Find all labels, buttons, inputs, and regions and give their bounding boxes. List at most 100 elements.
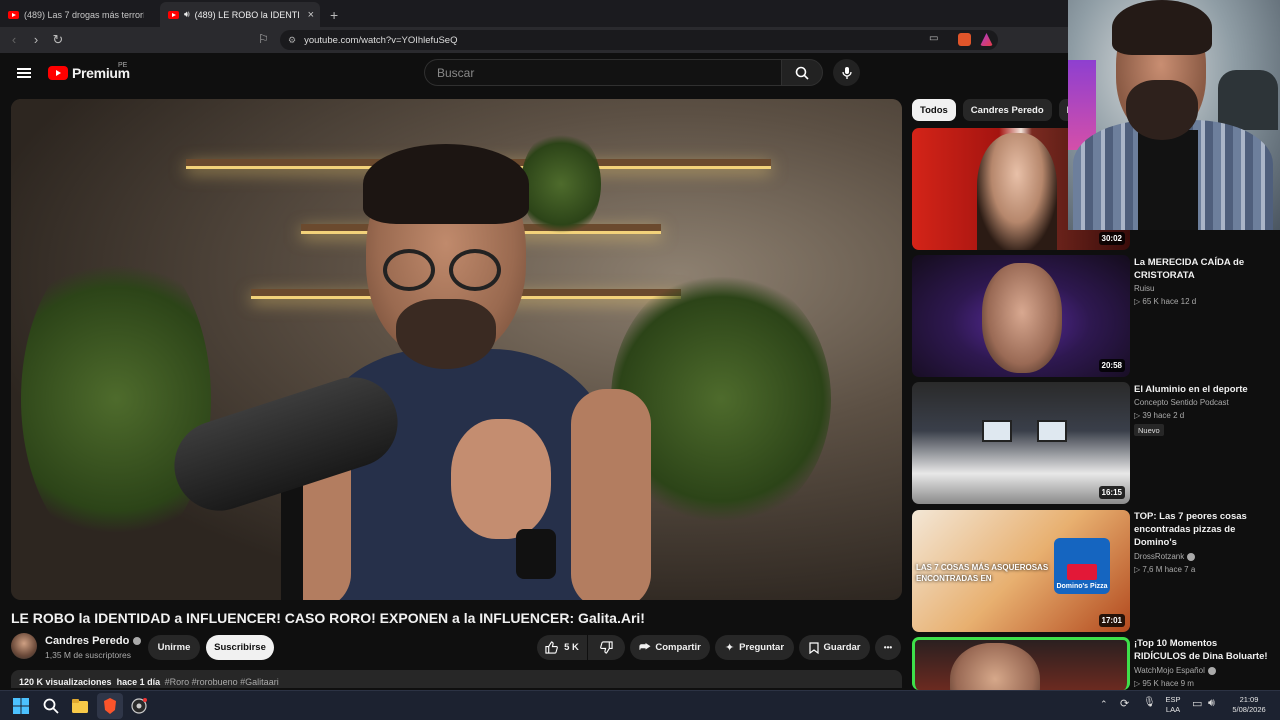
- site-settings-icon[interactable]: ⚙: [288, 35, 296, 46]
- clock-time: 21:09: [1239, 695, 1259, 704]
- show-hidden-icons[interactable]: ⌃: [1100, 699, 1108, 710]
- thumbnail-screen: [1037, 420, 1067, 442]
- youtube-favicon-icon: [168, 10, 179, 19]
- save-button[interactable]: Guardar: [799, 635, 870, 660]
- microphone-icon[interactable]: 🎙︎: [1143, 697, 1156, 708]
- new-tab-button[interactable]: +: [320, 2, 348, 27]
- streamer-tshirt: [1138, 130, 1198, 230]
- thumbnail-screen: [982, 420, 1012, 442]
- youtube-header: Premium PE Buscar: [0, 53, 1068, 93]
- rec-channel[interactable]: WatchMojo Español: [1134, 666, 1216, 675]
- back-button[interactable]: ‹: [4, 32, 24, 48]
- verified-icon: [1187, 552, 1196, 561]
- duration-badge: 16:15: [1098, 486, 1125, 499]
- bookmark-icon: [808, 641, 819, 654]
- share-label: Compartir: [655, 642, 701, 653]
- duration-badge: 17:01: [1098, 614, 1125, 627]
- clock-date: 5/08/2026: [1232, 705, 1266, 714]
- network-icon[interactable]: ▭: [1192, 697, 1202, 710]
- subscribe-button[interactable]: Suscribirse: [206, 635, 274, 660]
- menu-icon[interactable]: [17, 68, 31, 78]
- glasses-lens: [449, 249, 501, 291]
- thumbnail-portrait: [982, 263, 1062, 373]
- rec-title[interactable]: El Aluminio en el deporte: [1134, 383, 1268, 396]
- rec-title[interactable]: TOP: Las 7 peores cosas encontradas pizz…: [1134, 510, 1268, 549]
- windows-start-icon[interactable]: [13, 698, 29, 714]
- obs-icon[interactable]: [131, 698, 147, 714]
- tab-close-button[interactable]: ×: [308, 9, 314, 21]
- rec-meta: ▷ 7,6 M hace 7 a: [1134, 565, 1196, 574]
- join-button[interactable]: Unirme: [148, 635, 200, 660]
- search-button[interactable]: [781, 59, 823, 86]
- brave-browser-icon: [104, 698, 116, 714]
- tab-le-robo[interactable]: 🔊︎ (489) LE ROBO la IDENTIDAD ×: [160, 2, 320, 27]
- search-icon[interactable]: [43, 698, 59, 714]
- input-language[interactable]: ESP LAA: [1163, 695, 1183, 715]
- video-player[interactable]: [11, 99, 902, 600]
- browser-tab-strip: (489) Las 7 drogas más terroríficas de 🔊…: [0, 0, 1068, 27]
- region-code: PE: [118, 62, 128, 69]
- rec-channel[interactable]: DrossRotzank: [1134, 552, 1196, 561]
- hashtags[interactable]: #Roro #rorobueno #Galitaari: [165, 677, 279, 687]
- video-title: LE ROBO la IDENTIDAD a INFLUENCER! CASO …: [11, 610, 645, 626]
- thumbs-up-icon: [545, 641, 558, 654]
- webcam-overlay: [1068, 0, 1280, 230]
- youtube-favicon-icon: [8, 10, 19, 19]
- bookmark-icon[interactable]: ⚐: [258, 32, 269, 46]
- person-hair: [363, 144, 529, 224]
- rec-title[interactable]: La MERECIDA CAÍDA de CRISTORATA: [1134, 256, 1268, 282]
- share-button[interactable]: ⮫ Compartir: [630, 635, 710, 660]
- cast-icon[interactable]: ▭: [929, 33, 938, 44]
- search-input[interactable]: Buscar: [424, 59, 782, 86]
- volume-icon[interactable]: 🔊︎: [1208, 697, 1215, 710]
- dominos-logo: Domino's Pizza: [1054, 538, 1110, 594]
- forward-button[interactable]: ›: [26, 32, 46, 48]
- address-bar[interactable]: ⚙ youtube.com/watch?v=YOIhlefuSeQ: [280, 30, 998, 50]
- thumbs-down-icon: [600, 641, 613, 654]
- tab-title: (489) LE ROBO la IDENTIDAD: [194, 9, 300, 20]
- rec-meta: ▷ 95 K hace 9 m: [1134, 679, 1194, 688]
- chip-todos[interactable]: Todos: [912, 99, 956, 121]
- rec-thumbnail[interactable]: 16:15: [912, 382, 1130, 504]
- subscriber-count: 1,35 M de suscriptores: [45, 650, 131, 660]
- clock[interactable]: 21:09 5/08/2026: [1226, 695, 1272, 715]
- browser-toolbar: ‹ › ↻ ⚐ ⚙ youtube.com/watch?v=YOIhlefuSe…: [0, 27, 1068, 53]
- rec-thumbnail[interactable]: 20:58: [912, 255, 1130, 377]
- new-badge: Nuevo: [1134, 424, 1164, 436]
- gaming-chair: [1218, 70, 1278, 130]
- brave-shields-icon[interactable]: [958, 33, 971, 46]
- rec-channel-name: DrossRotzank: [1134, 552, 1185, 561]
- thumb-caption: LAS 7 COSAS MÁS ASQUEROSAS ENCONTRADAS E…: [916, 563, 1049, 583]
- like-button[interactable]: 5 K: [537, 635, 587, 660]
- rec-channel[interactable]: Ruisu: [1134, 284, 1154, 293]
- chip-candres-peredo[interactable]: Candres Peredo: [962, 99, 1052, 121]
- sync-icon[interactable]: ⟳: [1120, 697, 1129, 710]
- tab-drogas[interactable]: (489) Las 7 drogas más terroríficas de: [0, 2, 160, 27]
- verified-icon: [1207, 666, 1216, 675]
- rec-title[interactable]: ¡Top 10 Momentos RIDÍCULOS de Dina Bolua…: [1134, 637, 1268, 663]
- person-hand: [451, 419, 551, 539]
- streamer-beard: [1126, 80, 1198, 140]
- channel-name-row[interactable]: Candres Peredo: [45, 635, 142, 647]
- file-explorer-icon[interactable]: [72, 698, 88, 714]
- dislike-button[interactable]: [588, 635, 625, 660]
- search-icon: [795, 66, 809, 80]
- ask-button[interactable]: ✦ Preguntar: [715, 635, 794, 660]
- more-actions-button[interactable]: •••: [875, 635, 901, 660]
- windows-taskbar: ⌃ ⟳ 🎙︎ ESP LAA ▭ 🔊︎ 21:09 5/08/2026: [0, 690, 1280, 720]
- rec-meta: ▷ 39 hace 2 d: [1134, 411, 1185, 420]
- share-icon: ⮫: [639, 640, 651, 654]
- channel-name: Candres Peredo: [45, 635, 130, 647]
- verified-icon: [133, 637, 142, 645]
- sparkle-icon: ✦: [724, 642, 735, 654]
- rec-channel[interactable]: Concepto Sentido Podcast: [1134, 398, 1229, 407]
- youtube-logo-icon: [48, 66, 68, 80]
- brave-taskbar-button[interactable]: [97, 693, 123, 719]
- rec-thumbnail[interactable]: Domino's Pizza LAS 7 COSAS MÁS ASQUEROSA…: [912, 510, 1130, 632]
- channel-avatar[interactable]: [11, 633, 37, 659]
- chip-related[interactable]: Re: [1058, 99, 1068, 121]
- voice-search-button[interactable]: [833, 59, 860, 86]
- rec-thumbnail[interactable]: [912, 637, 1130, 690]
- description-box[interactable]: 120 K visualizaciones hace 1 día #Roro #…: [11, 670, 902, 688]
- reload-button[interactable]: ↻: [48, 32, 68, 48]
